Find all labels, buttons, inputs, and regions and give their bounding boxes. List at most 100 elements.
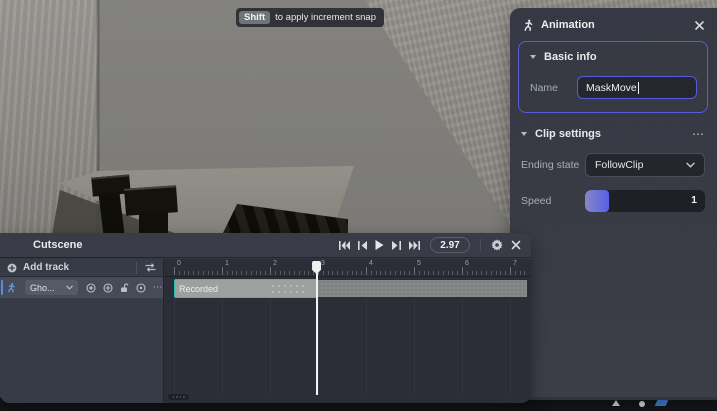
ruler-minor-tick: [332, 271, 333, 275]
ruler-major-tick: [462, 267, 463, 275]
name-input[interactable]: MaskMove: [577, 76, 697, 99]
ruler-minor-tick: [496, 271, 497, 275]
skip-to-end-icon[interactable]: [409, 241, 420, 250]
animation-track-icon: [7, 282, 16, 293]
ruler-minor-tick: [352, 271, 353, 275]
horizontal-scrollbar[interactable]: [168, 394, 189, 400]
ruler-minor-tick: [491, 271, 492, 275]
ruler-minor-tick: [385, 271, 386, 275]
timeline-ruler[interactable]: 01234567: [164, 259, 531, 277]
animation-panel-close-icon[interactable]: [694, 20, 705, 31]
ruler-minor-tick: [419, 271, 420, 275]
ruler-minor-tick: [448, 271, 449, 275]
track-row[interactable]: Gho...: [0, 277, 163, 298]
ruler-minor-tick: [304, 271, 305, 275]
ruler-minor-tick: [241, 271, 242, 275]
lock-icon[interactable]: [120, 283, 129, 293]
clip-lane: Recorded: [164, 278, 531, 299]
animation-panel-header: Animation: [510, 8, 717, 40]
ruler-minor-tick: [265, 271, 266, 275]
ruler-minor-tick: [323, 271, 324, 275]
add-track-button[interactable]: Add track: [23, 262, 69, 273]
ruler-minor-tick: [251, 271, 252, 275]
ruler-minor-tick: [294, 271, 295, 275]
text-caret: [638, 82, 639, 94]
ruler-minor-tick: [457, 271, 458, 275]
lane-gridline: [222, 299, 223, 395]
ruler-major-tick: [414, 267, 415, 275]
cutscene-title: Cutscene: [33, 239, 83, 251]
ruler-tick-label: 2: [273, 260, 277, 267]
name-input-value: MaskMove: [586, 82, 637, 94]
lane-gridline: [510, 299, 511, 395]
skip-to-start-icon[interactable]: [339, 241, 350, 250]
ruler-minor-tick: [342, 271, 343, 275]
chevron-down-icon: [686, 162, 695, 168]
ruler-minor-tick: [400, 271, 401, 275]
ruler-minor-tick: [198, 271, 199, 275]
ruler-tick-label: 5: [417, 260, 421, 267]
clip-settings-header[interactable]: Clip settings ⋯: [521, 128, 705, 140]
record-icon[interactable]: [86, 283, 96, 293]
ruler-minor-tick: [390, 271, 391, 275]
speed-slider-fill[interactable]: [585, 190, 609, 212]
visibility-icon[interactable]: [136, 283, 146, 293]
timeline-area[interactable]: 01234567 Recorded: [164, 259, 531, 403]
ruler-minor-tick: [380, 271, 381, 275]
more-menu-icon[interactable]: ⋯: [692, 130, 705, 138]
track-target-dropdown[interactable]: Gho...: [25, 280, 78, 295]
speed-row: Speed 1: [521, 190, 705, 212]
ruler-minor-tick: [328, 271, 329, 275]
basic-info-header[interactable]: Basic info: [530, 51, 697, 63]
track-more-icon[interactable]: ⋯: [153, 285, 164, 291]
ruler-minor-tick: [212, 271, 213, 275]
ruler-major-tick: [510, 267, 511, 275]
animation-panel: Animation Basic info Name MaskMove Clip …: [510, 8, 717, 400]
ruler-minor-tick: [236, 271, 237, 275]
timeline-lanes[interactable]: [164, 299, 531, 403]
ruler-minor-tick: [284, 271, 285, 275]
ruler-minor-tick: [371, 271, 372, 275]
add-keyframe-icon[interactable]: [103, 283, 113, 293]
lane-gridline: [318, 299, 319, 395]
scene-prop-small-1: [612, 400, 620, 406]
ruler-minor-tick: [217, 271, 218, 275]
ruler-minor-tick: [481, 271, 482, 275]
ruler-minor-tick: [428, 271, 429, 275]
step-back-icon[interactable]: [358, 241, 367, 250]
play-icon[interactable]: [375, 240, 384, 250]
collapse-caret-icon[interactable]: [521, 132, 527, 136]
step-forward-icon[interactable]: [392, 241, 401, 250]
ruler-tick-label: 3: [321, 260, 325, 267]
ruler-minor-tick: [179, 271, 180, 275]
ruler-minor-tick: [486, 271, 487, 275]
animation-icon: [523, 19, 534, 31]
time-display[interactable]: 2.97: [430, 237, 470, 253]
gear-icon[interactable]: [491, 239, 503, 251]
ruler-major-tick: [366, 267, 367, 275]
ruler-minor-tick: [424, 271, 425, 275]
add-icon[interactable]: [7, 263, 17, 273]
recorded-clip[interactable]: Recorded: [174, 279, 317, 298]
ruler-minor-tick: [515, 271, 516, 275]
clip-extension[interactable]: [318, 280, 527, 297]
ruler-tick-label: 6: [465, 260, 469, 267]
cutscene-close-icon[interactable]: [511, 240, 521, 250]
add-track-row: Add track: [0, 259, 163, 277]
ruler-minor-tick: [203, 271, 204, 275]
ending-state-row: Ending state FollowClip: [521, 153, 705, 177]
speed-slider[interactable]: 1: [585, 190, 705, 212]
ruler-minor-tick: [467, 271, 468, 275]
ruler-minor-tick: [438, 271, 439, 275]
keyframe-dots: [270, 283, 308, 294]
snap-tooltip-text: to apply increment snap: [275, 12, 376, 23]
collapse-caret-icon[interactable]: [530, 55, 536, 59]
ruler-minor-tick: [520, 271, 521, 275]
ruler-minor-tick: [188, 271, 189, 275]
ending-state-select[interactable]: FollowClip: [585, 153, 705, 177]
speed-value: 1: [691, 194, 697, 206]
reorder-tracks-icon[interactable]: [145, 263, 156, 272]
lane-gridline: [270, 299, 271, 395]
ruler-minor-tick: [505, 271, 506, 275]
ruler-major-tick: [174, 267, 175, 275]
